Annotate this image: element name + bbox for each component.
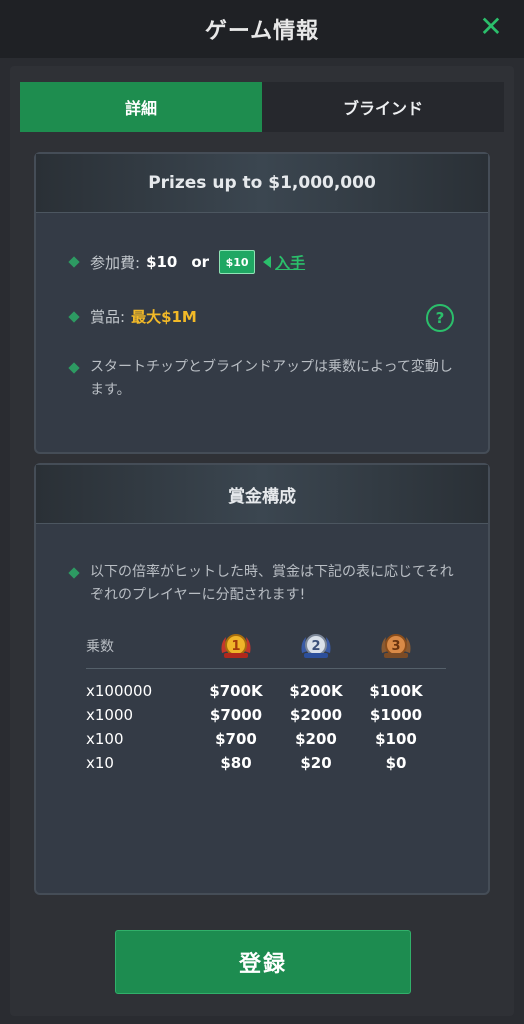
third-prize-cell: $0 (385, 754, 407, 772)
first-prize-cell: $7000 (209, 706, 263, 724)
register-button-label: 登録 (238, 952, 287, 977)
first-prize-cell: $700K (209, 682, 263, 700)
bullet-icon (68, 362, 80, 374)
distribution-note: 以下の倍率がヒットした時、賞金は下記の表に応じてそれぞれのプレイヤーに分配されま… (68, 561, 460, 607)
table-row: x1000 $7000 $2000 $1000 (86, 703, 446, 727)
prize-info-panel: Prizes up to $1,000,000 参加費: $10 or $10 … (34, 152, 490, 454)
gold-medal-icon: 1 (196, 631, 276, 661)
register-button[interactable]: 登録 (115, 930, 411, 994)
entry-or-text: or (191, 253, 210, 271)
entry-fee-row: 参加費: $10 or $10 入手 (68, 250, 305, 274)
tab-blinds[interactable]: ブラインド (262, 82, 504, 132)
table-row: x100 $700 $200 $100 (86, 727, 446, 751)
page-title: ゲーム情報 (204, 19, 320, 44)
structure-panel-header: 賞金構成 (36, 465, 488, 524)
bronze-medal-icon: 3 (356, 631, 436, 661)
prize-panel-title: Prizes up to $1,000,000 (148, 173, 376, 193)
second-prize-cell: $2000 (289, 706, 343, 724)
structure-panel-title: 賞金構成 (228, 486, 296, 507)
third-prize-cell: $1000 (369, 706, 423, 724)
multiplier-cell: x10 (86, 754, 114, 772)
table-row: x100000 $700K $200K $100K (86, 679, 446, 703)
distribution-note-text: 以下の倍率がヒットした時、賞金は下記の表に応じてそれぞれのプレイヤーに分配されま… (90, 564, 454, 603)
multiplier-header: 乗数 (86, 639, 114, 655)
ticket-icon: $10 (219, 250, 256, 274)
header-bar: ゲーム情報 ✕ (0, 0, 524, 58)
medal-1-text: 1 (231, 639, 240, 654)
tab-bar: 詳細 ブラインド (20, 82, 504, 132)
prize-label: 賞品: (90, 308, 126, 326)
tab-blinds-label: ブラインド (342, 99, 423, 118)
tab-details[interactable]: 詳細 (20, 82, 262, 132)
silver-medal-icon: 2 (276, 631, 356, 661)
multiplier-cell: x100 (86, 730, 124, 748)
medal-3-text: 3 (391, 639, 400, 654)
table-row: x10 $80 $20 $0 (86, 751, 446, 775)
second-prize-cell: $20 (300, 754, 332, 772)
close-icon[interactable]: ✕ (478, 13, 504, 41)
get-ticket-link[interactable]: 入手 (275, 252, 305, 273)
prize-table: 乗数 1 2 3 x100000 $700K $200K $100K x1000… (86, 628, 446, 775)
multiplier-cell: x100000 (86, 682, 153, 700)
bullet-icon (68, 310, 80, 323)
bullet-icon (68, 256, 80, 268)
chip-note: スタートチップとブラインドアップは乗数によって変動します。 (68, 356, 460, 402)
question-icon[interactable]: ? (426, 304, 454, 332)
second-prize-cell: $200K (289, 682, 343, 700)
third-prize-cell: $100K (369, 682, 423, 700)
entry-fee-label: 参加費: (90, 253, 141, 272)
prize-value: 最大$1M (131, 308, 197, 326)
entry-fee-value: $10 (146, 253, 178, 271)
bullet-icon (68, 567, 80, 579)
prize-table-header: 乗数 1 2 3 (86, 628, 446, 669)
prize-structure-panel: 賞金構成 以下の倍率がヒットした時、賞金は下記の表に応じてそれぞれのプレイヤーに… (34, 463, 490, 895)
second-prize-cell: $200 (295, 730, 337, 748)
tab-details-label: 詳細 (124, 99, 157, 118)
multiplier-cell: x1000 (86, 706, 134, 724)
third-prize-cell: $100 (375, 730, 417, 748)
prize-row: 賞品: 最大$1M (68, 306, 197, 327)
first-prize-cell: $700 (215, 730, 257, 748)
medal-2-text: 2 (311, 639, 320, 654)
prize-panel-header: Prizes up to $1,000,000 (36, 154, 488, 213)
first-prize-cell: $80 (220, 754, 252, 772)
chip-note-text: スタートチップとブラインドアップは乗数によって変動します。 (90, 359, 453, 398)
arrow-left-icon (263, 256, 272, 268)
